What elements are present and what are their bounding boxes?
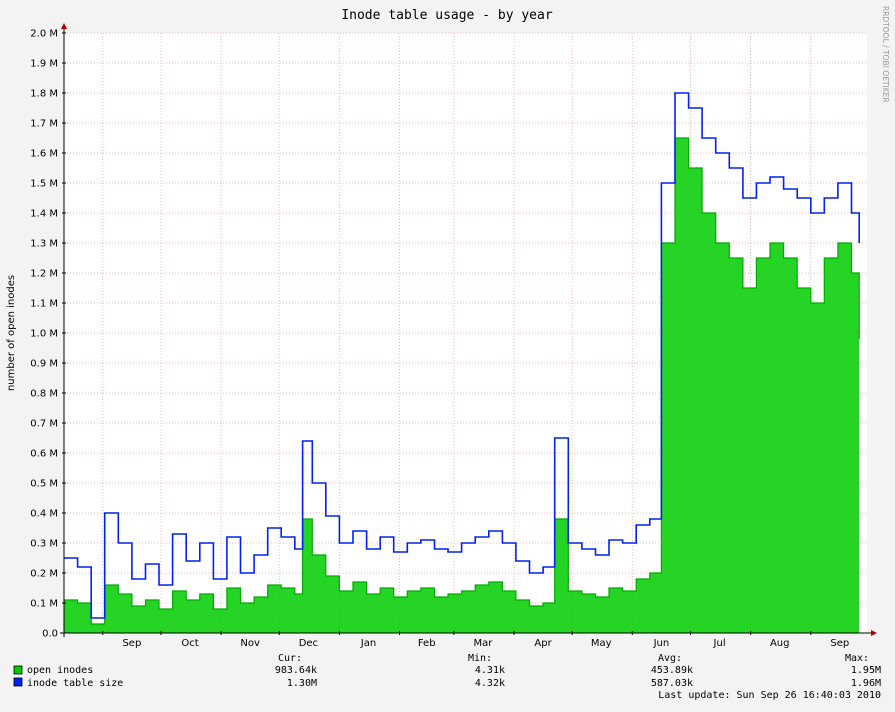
y-tick-label: 1.3 M	[30, 239, 58, 250]
y-tick-label: 2.0 M	[30, 29, 58, 40]
y-tick-label: 1.9 M	[30, 59, 58, 70]
x-tick-label: Dec	[299, 638, 318, 649]
legend-cur: 983.64k	[275, 665, 317, 676]
watermark: RRDTOOL / TOBI OETIKER	[881, 6, 890, 103]
x-tick-label: Feb	[418, 638, 436, 649]
y-tick-label: 1.0 M	[30, 329, 58, 340]
legend-cur: 1.30M	[287, 678, 317, 689]
legend-swatch	[13, 677, 23, 687]
y-tick-label: 0.4 M	[30, 509, 58, 520]
x-tick-label: May	[591, 638, 612, 649]
y-tick-label: 0.9 M	[30, 359, 58, 370]
legend-avg: 453.89k	[651, 665, 693, 676]
y-tick-label: 0.5 M	[30, 479, 58, 490]
y-tick-label: 1.1 M	[30, 299, 58, 310]
x-tick-label: Nov	[240, 638, 260, 649]
legend-header-max: Max:	[845, 653, 869, 664]
legend-header-avg: Avg:	[658, 653, 682, 664]
legend-min: 4.32k	[475, 678, 505, 689]
x-tick-label: Apr	[534, 638, 552, 649]
x-tick-label: Jan	[360, 638, 376, 649]
legend-label: inode table size	[27, 678, 123, 689]
y-tick-label: 0.6 M	[30, 449, 58, 460]
legend-header-min: Min:	[468, 653, 492, 664]
legend-max: 1.95M	[851, 665, 881, 676]
y-tick-label: 1.2 M	[30, 269, 58, 280]
last-update: Last update: Sun Sep 26 16:40:03 2010	[658, 690, 881, 701]
y-tick-label: 0.8 M	[30, 389, 58, 400]
y-tick-label: 0.1 M	[30, 599, 58, 610]
x-tick-label: Mar	[474, 638, 494, 649]
x-tick-label: Jul	[713, 638, 726, 649]
x-tick-label: Sep	[122, 638, 141, 649]
x-tick-label: Aug	[770, 638, 790, 649]
legend-header-cur: Cur:	[278, 653, 302, 664]
y-tick-label: 1.6 M	[30, 149, 58, 160]
x-tick-label: Oct	[181, 638, 198, 649]
chart-svg: 0.0 0.1 M 0.2 M 0.3 M 0.4 M 0.5 M 0.6 M 0.7 M 0.…	[0, 0, 895, 708]
y-tick-label: 0.7 M	[30, 419, 58, 430]
legend-label: open inodes	[27, 665, 93, 676]
y-tick-label: 0.3 M	[30, 539, 58, 550]
y-axis-label: number of open inodes	[6, 275, 17, 391]
y-tick-labels: 0.0 0.1 M 0.2 M 0.3 M 0.4 M 0.5 M 0.6 M 0.7 M 0.…	[30, 29, 58, 640]
legend-avg: 587.03k	[651, 678, 693, 689]
x-tick-label: Sep	[830, 638, 849, 649]
y-tick-label: 1.8 M	[30, 89, 58, 100]
x-tick-label: Jun	[653, 638, 670, 649]
y-tick-label: 1.5 M	[30, 179, 58, 190]
y-tick-label: 0.0	[42, 629, 58, 640]
legend-swatch	[13, 665, 23, 675]
chart-title: Inode table usage - by year	[341, 8, 552, 23]
rrd-graph: 0.0 0.1 M 0.2 M 0.3 M 0.4 M 0.5 M 0.6 M 0.7 M 0.…	[0, 0, 895, 708]
y-tick-label: 0.2 M	[30, 569, 58, 580]
y-tick-label: 1.7 M	[30, 119, 58, 130]
legend-max: 1.96M	[851, 678, 881, 689]
legend-min: 4.31k	[475, 665, 505, 676]
y-tick-label: 1.4 M	[30, 209, 58, 220]
